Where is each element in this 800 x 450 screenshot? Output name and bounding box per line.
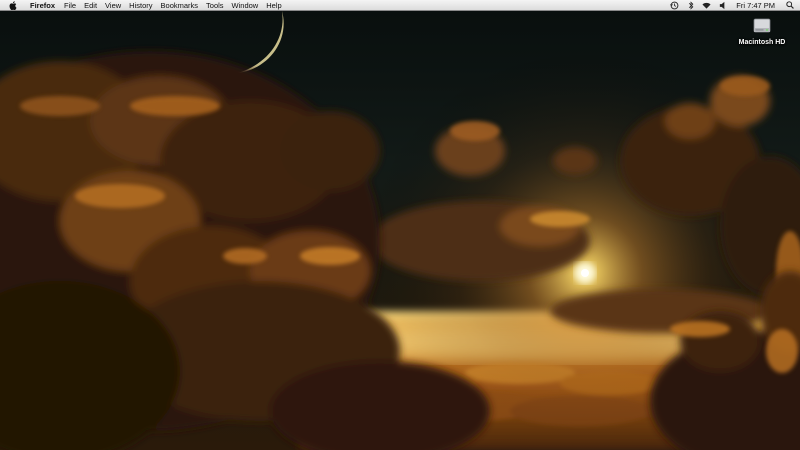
menu-clock[interactable]: Fri 7:47 PM xyxy=(736,0,775,11)
time-machine-icon[interactable] xyxy=(670,1,679,10)
volume-icon[interactable] xyxy=(718,1,727,10)
spotlight-search-icon[interactable] xyxy=(785,1,794,10)
wifi-icon[interactable] xyxy=(702,1,711,10)
menu-view[interactable]: View xyxy=(101,0,125,11)
menu-app-firefox[interactable]: Firefox xyxy=(26,0,60,11)
bluetooth-icon[interactable] xyxy=(686,0,695,10)
menu-bookmarks[interactable]: Bookmarks xyxy=(157,0,203,11)
menu-edit[interactable]: Edit xyxy=(80,0,101,11)
hard-drive-icon xyxy=(753,18,771,33)
desktop-wallpaper xyxy=(0,11,800,450)
menu-tools[interactable]: Tools xyxy=(202,0,228,11)
menu-help[interactable]: Help xyxy=(262,0,285,11)
menu-window[interactable]: Window xyxy=(228,0,263,11)
apple-icon[interactable] xyxy=(9,0,17,10)
menu-history[interactable]: History xyxy=(125,0,156,11)
menu-file[interactable]: File xyxy=(60,0,80,11)
menu-bar: Firefox File Edit View History Bookmarks… xyxy=(0,0,800,11)
desktop-icon-label: Macintosh HD xyxy=(738,39,786,46)
desktop-icon-macintosh-hd[interactable]: Macintosh HD xyxy=(735,16,789,46)
desktop[interactable]: Firefox File Edit View History Bookmarks… xyxy=(0,0,800,450)
